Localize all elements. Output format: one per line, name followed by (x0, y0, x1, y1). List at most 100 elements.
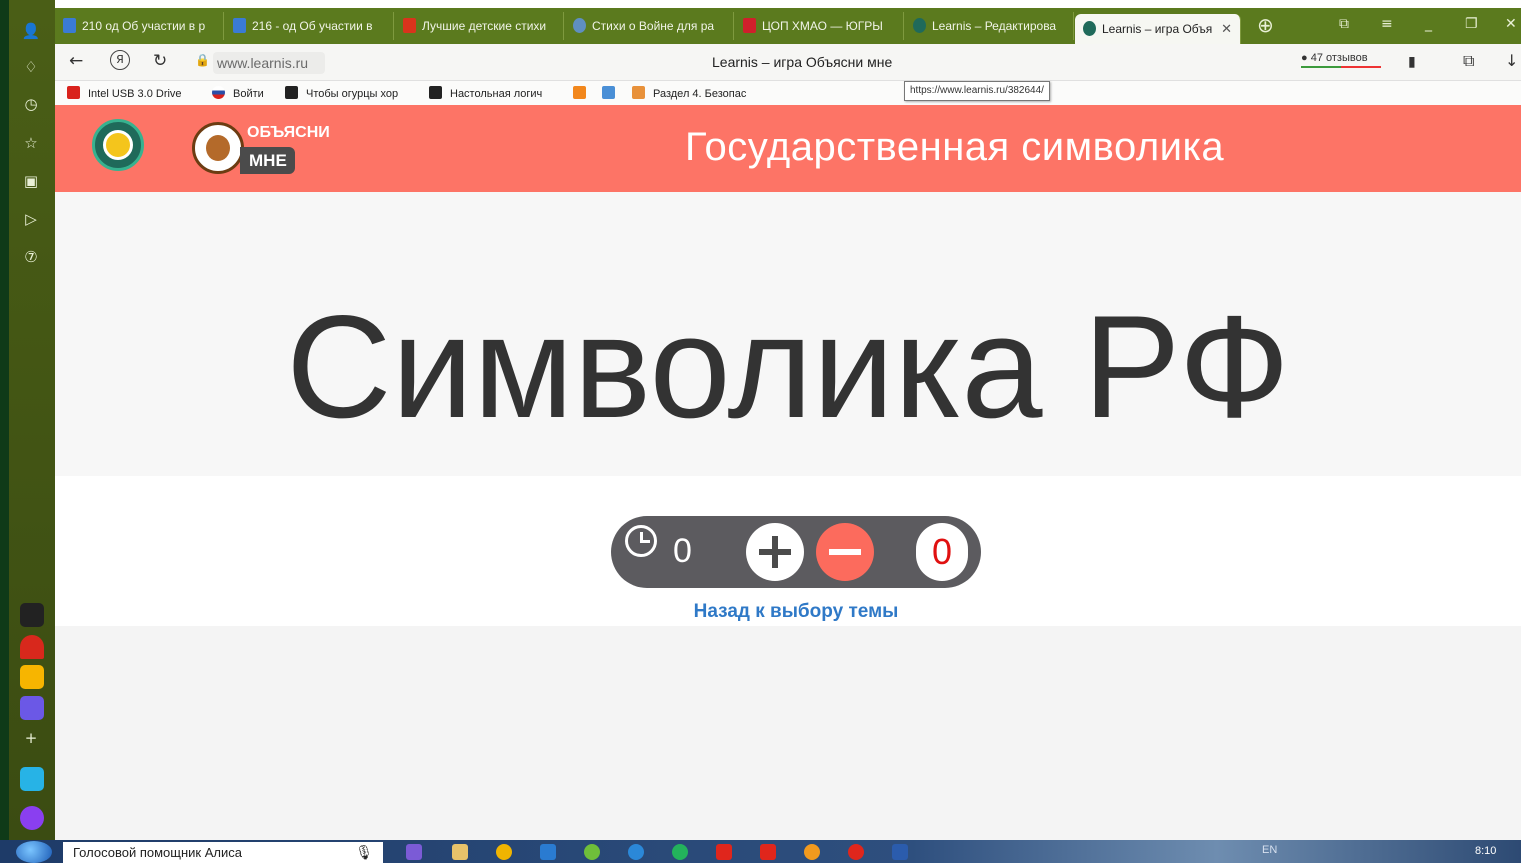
profile-icon[interactable]: 👤 (20, 20, 42, 42)
menu-icon[interactable]: ≡ (1381, 16, 1393, 32)
bookmark-item[interactable]: Раздел 4. Безопас (632, 86, 746, 100)
browser-sidebar: 👤 ♢ ◷ ☆ ▣ ▷ ⑦ + (9, 0, 55, 840)
whatsapp-icon[interactable] (672, 844, 688, 860)
ie-icon[interactable] (628, 844, 644, 860)
bookmark-label: Раздел 4. Безопас (653, 88, 747, 100)
chrome-icon[interactable] (584, 844, 600, 860)
tab-5[interactable]: Learnis – Редактирова (905, 12, 1074, 40)
close-window-icon[interactable]: ✕ (1505, 16, 1517, 32)
tab-4[interactable]: ЦОП ХМАО — ЮГРЫ (735, 12, 904, 40)
screen-icon (602, 86, 615, 99)
tab-label: ЦОП ХМАО — ЮГРЫ (762, 19, 883, 33)
page-title: Learnis – игра Объясни мне (712, 54, 893, 70)
bookmark-l-icon (67, 86, 80, 99)
back-arrow-icon[interactable]: ← (69, 51, 83, 71)
timer-value: 0 (673, 532, 692, 570)
alice-icon[interactable] (20, 806, 44, 830)
reviews-label: 47 отзывов (1310, 52, 1368, 64)
monkey-face-icon (206, 135, 230, 161)
chrome-icon[interactable] (804, 844, 820, 860)
taskbar: Голосовой помощник Алиса 🎙 EN 8:10 (0, 840, 1521, 863)
page-background (55, 626, 1521, 840)
bookmark-item[interactable]: Войти (212, 86, 264, 100)
app-send-icon[interactable] (20, 767, 44, 791)
app-mail-icon[interactable] (20, 665, 44, 689)
book-icon (403, 18, 416, 34)
bookmark-item[interactable] (573, 86, 594, 100)
bookmarks-bar: Intel USB 3.0 Drive Войти Чтобы огурцы х… (55, 81, 1521, 105)
clock-icon (625, 525, 657, 557)
bookmark-item[interactable] (602, 86, 623, 100)
back-to-topics-link[interactable]: Назад к выбору темы (55, 601, 1521, 623)
yandex-icon[interactable]: Я (110, 50, 130, 70)
collections-icon[interactable]: ▣ (20, 170, 42, 192)
minus-button[interactable] (816, 523, 874, 581)
system-clock[interactable]: 8:10 (1475, 845, 1496, 857)
add-app-icon[interactable]: + (20, 727, 42, 749)
app-icon[interactable] (496, 844, 512, 860)
lock-icon: 🔒 (195, 53, 210, 67)
favorites-icon[interactable]: ☆ (20, 132, 42, 154)
app-icon[interactable] (540, 844, 556, 860)
yandex-icon[interactable] (716, 844, 732, 860)
reviews-badge[interactable]: ● 47 отзывов (1301, 52, 1381, 68)
document-icon (63, 18, 76, 34)
app-camera-icon[interactable] (20, 603, 44, 627)
calendar-icon[interactable]: ⑦ (20, 246, 42, 268)
tab-label: Learnis – Редактирова (932, 19, 1057, 33)
media-icon[interactable]: ▷ (20, 208, 42, 230)
bookmark-item[interactable]: Настольная логич (429, 86, 542, 100)
tab-label: Лучшие детские стихи (422, 19, 547, 33)
tab-bar: 210 од Об участии в р 216 - од Об участи… (55, 8, 1521, 44)
bookmark-item[interactable]: Чтобы огурцы хор (285, 86, 398, 100)
monkey-logo-icon[interactable] (192, 122, 244, 174)
bookmark-label: Войти (233, 88, 264, 100)
current-word: Символика РФ (286, 285, 1290, 448)
russia-flag-icon (212, 86, 225, 99)
start-button[interactable] (16, 841, 52, 863)
tab-0[interactable]: 210 од Об участии в р (55, 12, 224, 40)
bookmark-icon[interactable]: ▮ (1408, 54, 1416, 70)
history-icon[interactable]: ◷ (20, 93, 42, 115)
link-tooltip: https://www.learnis.ru/382644/ (904, 81, 1050, 101)
tab-label: 210 од Об участии в р (82, 19, 206, 33)
site-header: ОБЪЯСНИ МНЕ Государственная символика (55, 105, 1521, 192)
close-tab-icon[interactable]: ✕ (1221, 14, 1232, 44)
header-title: Государственная символика (685, 125, 1225, 169)
app-umbrella-icon[interactable] (20, 635, 44, 659)
alice-search-box[interactable]: Голосовой помощник Алиса 🎙 (63, 842, 383, 863)
yandex-browser-icon[interactable] (848, 844, 864, 860)
tab-6-active[interactable]: Learnis – игра Объя ✕ (1075, 14, 1241, 44)
tab-3[interactable]: Стихи о Войне для ра (565, 12, 734, 40)
tab-2[interactable]: Лучшие детские стихи (395, 12, 564, 40)
document-icon (233, 18, 246, 34)
viber-icon[interactable] (406, 844, 422, 860)
learnis-logo-icon[interactable] (92, 119, 144, 171)
restore-icon[interactable]: ❐ (1465, 16, 1478, 32)
app-messenger-icon[interactable] (20, 696, 44, 720)
bookmark-item[interactable]: Intel USB 3.0 Drive (67, 86, 182, 100)
plus-button[interactable] (746, 523, 804, 581)
language-indicator[interactable]: EN (1262, 844, 1277, 856)
reader-mode-icon[interactable]: ⧉ (1463, 51, 1474, 71)
microphone-icon[interactable]: 🎙 (355, 842, 373, 863)
notifications-icon[interactable]: ♢ (20, 56, 42, 78)
minimize-icon[interactable]: _ (1425, 16, 1432, 32)
url-field[interactable]: www.learnis.ru (213, 52, 325, 74)
reload-icon[interactable]: ↻ (153, 51, 167, 71)
learnis-icon (913, 18, 926, 34)
address-bar: ← Я ↻ 🔒 www.learnis.ru Learnis – игра Об… (55, 44, 1521, 81)
globe-icon (573, 18, 586, 34)
folder-icon[interactable] (452, 844, 468, 860)
tabs-overview-icon[interactable]: ⧉ (1339, 16, 1349, 32)
logo-text-bottom: МНЕ (240, 147, 295, 174)
tab-1[interactable]: 216 - од Об участии в (225, 12, 394, 40)
window-edge (0, 0, 9, 840)
yandex-icon[interactable] (760, 844, 776, 860)
word-icon[interactable] (892, 844, 908, 860)
board-icon (429, 86, 442, 99)
tab-label: Learnis – игра Объя (1102, 22, 1213, 36)
new-tab-icon[interactable]: ⊕ (1257, 13, 1274, 37)
download-icon[interactable]: ↓ (1505, 51, 1518, 70)
search-placeholder: Голосовой помощник Алиса (73, 845, 242, 860)
